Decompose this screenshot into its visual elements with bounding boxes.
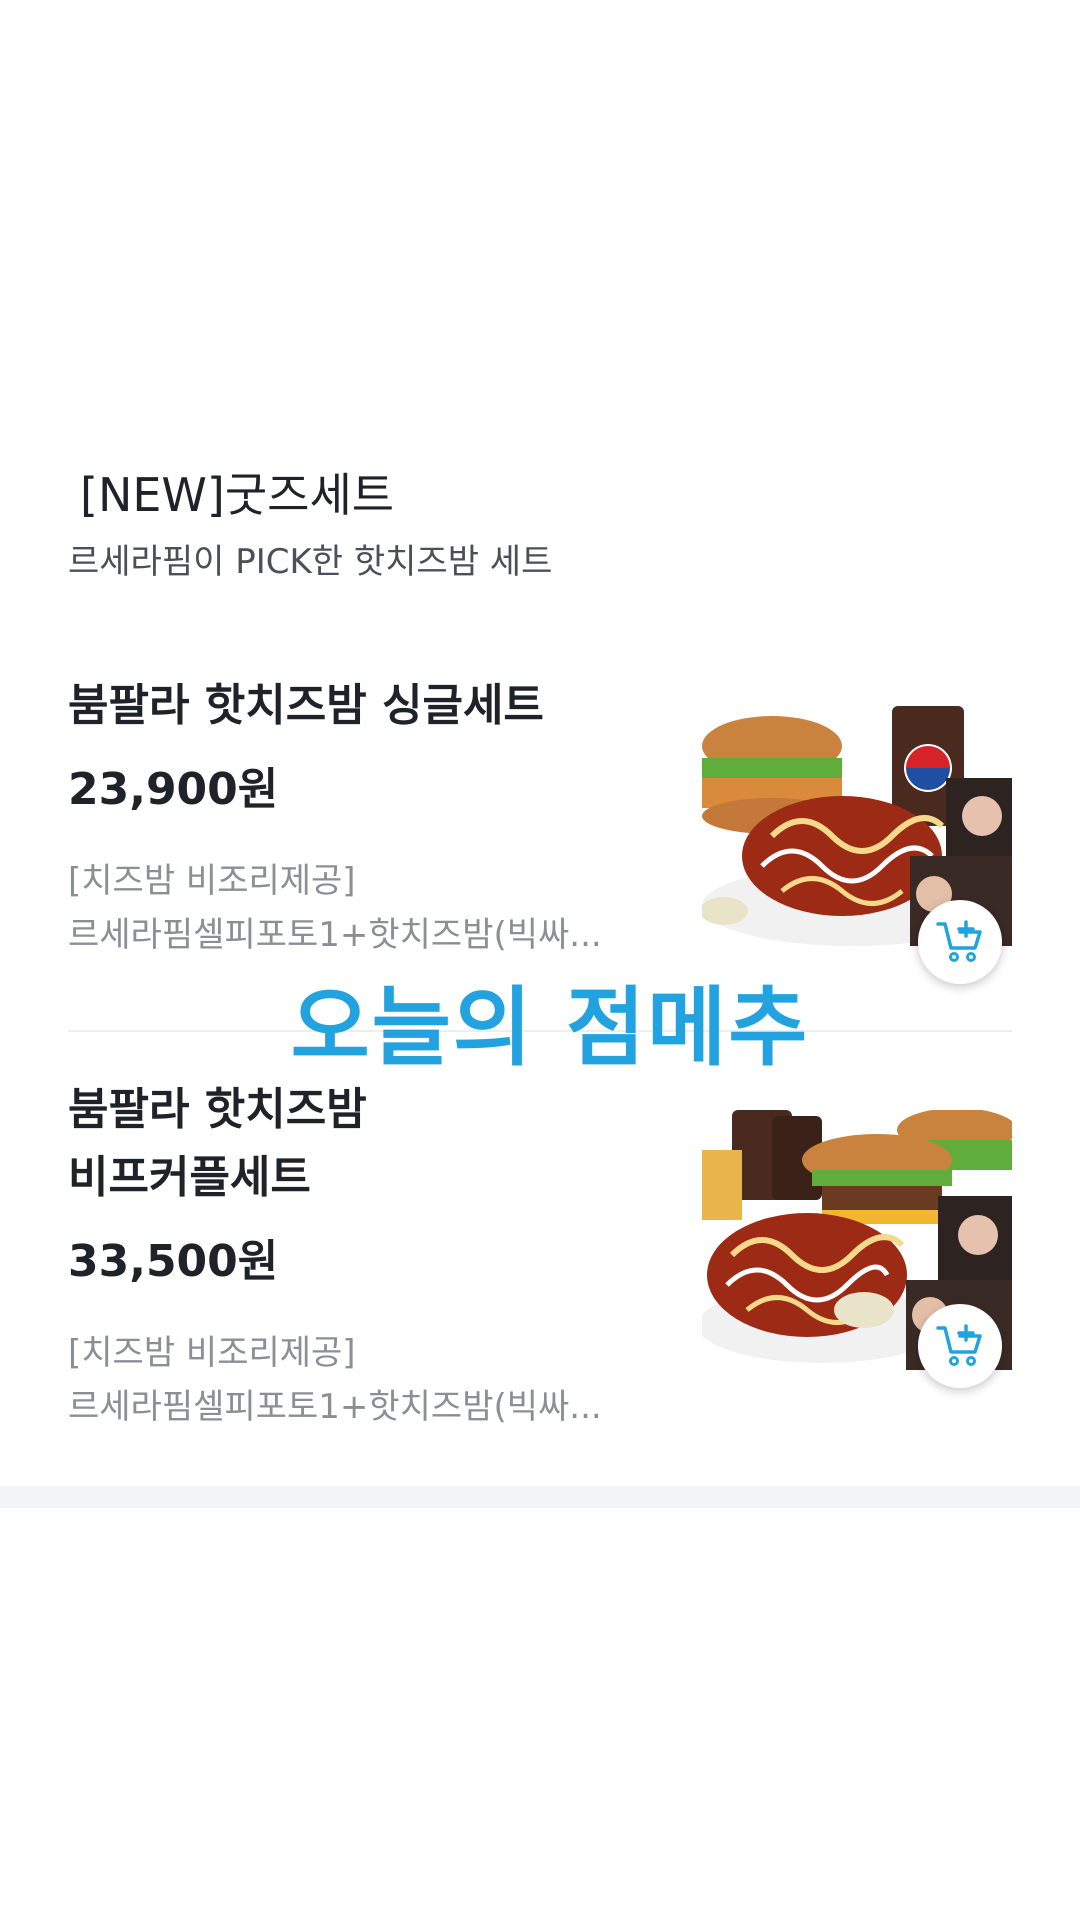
item-description: [치즈밤 비조리제공] 르세라핌셀피포토1+핫치즈밤(빅싸... <box>68 1326 628 1434</box>
item-name: 붐팔라 핫치즈밤 싱글세트 <box>68 680 544 731</box>
add-to-cart-button[interactable] <box>918 1304 1002 1388</box>
item-description: [치즈밤 비조리제공] 르세라핌셀피포토1+핫치즈밤(빅싸... <box>68 854 628 962</box>
menu-item[interactable]: 붐팔라 핫치즈밤 비프커플세트 33,500원 [치즈밤 비조리제공] 르세라핌… <box>68 1076 1017 1446</box>
section-header: [NEW]굿즈세트 르세라핌이 PICK한 핫치즈밤 세트 <box>68 462 1008 584</box>
section-subtitle: 르세라핌이 PICK한 핫치즈밤 세트 <box>68 542 553 582</box>
item-thumbnail[interactable] <box>700 706 1012 984</box>
item-name-line: 붐팔라 핫치즈밤 <box>68 1084 367 1135</box>
cart-add-icon <box>936 920 982 962</box>
item-name: 붐팔라 핫치즈밤 비프커플세트 <box>68 1076 668 1212</box>
item-description-line: [치즈밤 비조리제공] <box>68 861 356 901</box>
item-thumbnail[interactable] <box>697 1108 1017 1388</box>
overlay-caption: 오늘의 점메추 <box>290 978 810 1078</box>
item-name-line: 비프커플세트 <box>68 1152 311 1203</box>
section-title: [NEW]굿즈세트 <box>80 468 395 522</box>
cart-add-icon <box>936 1324 982 1366</box>
section-separator <box>0 1486 1080 1508</box>
item-description-line: [치즈밤 비조리제공] <box>68 1333 356 1373</box>
add-to-cart-button[interactable] <box>918 900 1002 984</box>
item-description-line: 르세라핌셀피포토1+핫치즈밤(빅싸... <box>68 915 602 955</box>
item-description-line: 르세라핌셀피포토1+핫치즈밤(빅싸... <box>68 1387 602 1427</box>
menu-item[interactable]: 붐팔라 핫치즈밤 싱글세트 23,900원 [치즈밤 비조리제공] 르세라핌셀피… <box>68 672 1012 984</box>
